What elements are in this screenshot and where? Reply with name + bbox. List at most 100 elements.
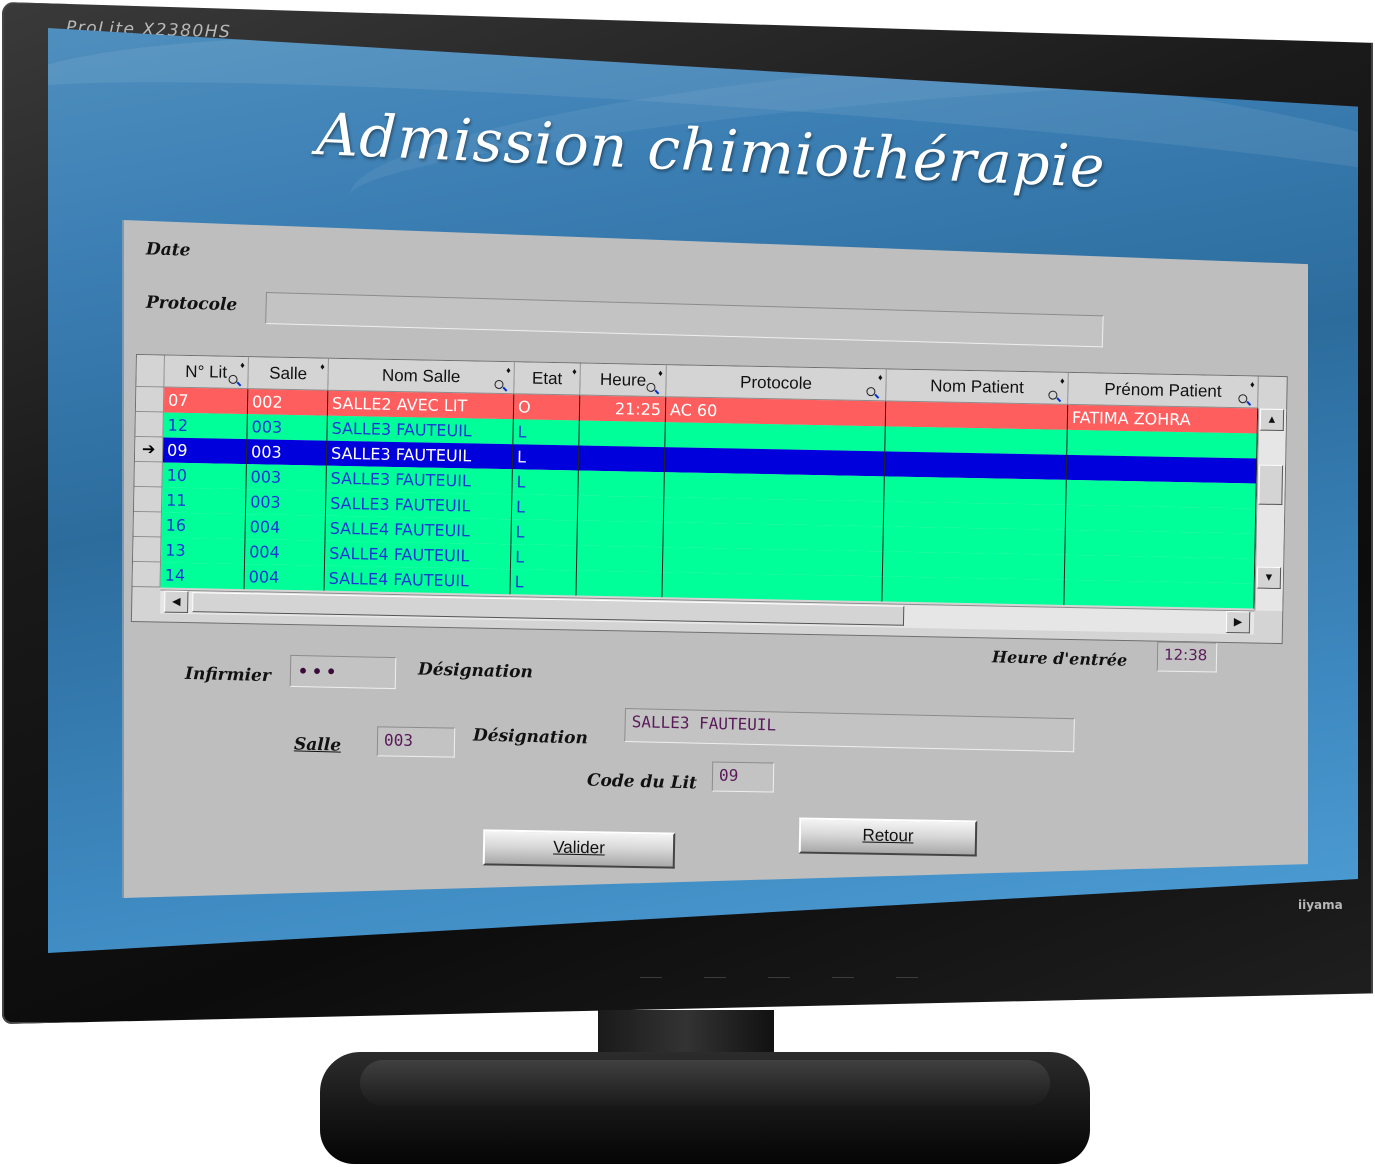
monitor-control-buttons <box>640 968 918 978</box>
infirmier-field[interactable]: ••• <box>289 654 397 690</box>
beds-grid: N° Lit ♦ Salle ♦ Nom Salle ♦ Etat ♦ Heure ♦ Protoc… <box>130 354 1288 645</box>
retour-button[interactable]: Retour <box>798 817 978 857</box>
grid-column-header[interactable]: Prénom Patient ♦ <box>1068 372 1259 409</box>
search-icon[interactable] <box>866 387 876 397</box>
grid-cell-etat: L <box>510 569 577 596</box>
grid-cell-nom-salle: SALLE3 FAUTEUIL <box>325 490 513 520</box>
grid-cell-salle: 003 <box>247 414 328 441</box>
sort-icon[interactable]: ♦ <box>1250 379 1255 389</box>
column-header-label: Nom Patient <box>930 375 1024 397</box>
grid-cell-prenom-patient <box>1064 579 1255 609</box>
search-icon[interactable] <box>1048 390 1058 400</box>
scroll-up-icon[interactable]: ▲ <box>1259 408 1285 432</box>
grid-cell-protocole <box>662 572 883 602</box>
grid-column-header[interactable]: Heure ♦ <box>580 363 667 398</box>
grid-cell-prenom-patient <box>1065 504 1257 534</box>
grid-cell-etat: O <box>513 394 581 421</box>
search-icon[interactable] <box>228 374 238 384</box>
sort-icon[interactable]: ♦ <box>320 362 325 372</box>
grid-cell-lit: 11 <box>161 487 247 515</box>
grid-column-header[interactable]: N° Lit ♦ <box>164 355 249 390</box>
grid-cell-nom-patient <box>885 401 1069 430</box>
salle-field[interactable]: 003 <box>376 726 456 758</box>
grid-cell-nom-salle: SALLE3 FAUTEUIL <box>326 440 514 470</box>
salle-designation-label: Désignation <box>472 725 589 749</box>
grid-cell-salle: 003 <box>246 464 327 491</box>
grid-cell-heure <box>578 470 665 498</box>
scroll-down-icon[interactable]: ▼ <box>1256 566 1282 590</box>
vertical-scroll-thumb[interactable] <box>1258 464 1284 506</box>
grid-cell-nom-salle: SALLE4 FAUTEUIL <box>325 515 512 545</box>
vertical-scrollbar[interactable]: ▲ ▼ <box>1254 408 1287 612</box>
grid-cell-lit: 07 <box>163 387 249 415</box>
grid-cell-etat: L <box>512 469 579 496</box>
grid-cell-nom-patient <box>885 426 1068 455</box>
grid-cell-lit: 13 <box>161 537 246 565</box>
sort-icon[interactable]: ♦ <box>1060 376 1065 386</box>
column-header-label: Heure <box>599 369 647 390</box>
search-icon[interactable] <box>646 382 656 392</box>
monitor-stand-highlight <box>360 1060 1050 1106</box>
column-header-label: Etat <box>531 368 563 388</box>
grid-cell-lit: 09 <box>162 437 248 465</box>
row-selector[interactable] <box>135 412 164 438</box>
grid-cell-nom-salle: SALLE2 AVEC LIT <box>327 390 515 420</box>
row-selector[interactable] <box>133 511 162 538</box>
grid-cell-salle: 003 <box>246 439 328 466</box>
grid-cell-nom-salle: SALLE3 FAUTEUIL <box>327 415 514 445</box>
date-label: Date <box>145 239 191 261</box>
search-icon[interactable] <box>1238 394 1248 404</box>
heure-entree-field[interactable]: 12:38 <box>1156 641 1218 673</box>
row-selector[interactable] <box>132 561 162 588</box>
row-selector[interactable] <box>134 461 163 488</box>
protocole-label: Protocole <box>145 292 238 316</box>
grid-cell-lit: 16 <box>161 512 246 540</box>
grid-cell-prenom-patient <box>1067 429 1258 459</box>
grid-cell-salle: 002 <box>247 389 329 416</box>
scroll-right-icon[interactable]: ▶ <box>1225 610 1251 634</box>
row-selector[interactable] <box>133 486 163 513</box>
code-lit-label: Code du Lit <box>586 770 698 794</box>
grid-cell-etat: L <box>513 419 580 446</box>
column-header-label: Protocole <box>739 372 813 393</box>
grid-cell-lit: 12 <box>163 412 248 440</box>
sort-icon[interactable]: ♦ <box>506 365 511 375</box>
grid-cell-nom-salle: SALLE4 FAUTEUIL <box>324 540 512 570</box>
sort-icon[interactable]: ♦ <box>658 368 663 378</box>
grid-column-header[interactable]: Etat ♦ <box>514 362 581 396</box>
grid-column-header[interactable]: Protocole ♦ <box>666 365 887 402</box>
grid-cell-etat: L <box>511 519 578 546</box>
row-selector[interactable] <box>133 536 162 563</box>
code-lit-field[interactable]: 09 <box>711 761 775 793</box>
grid-cell-lit: 10 <box>162 462 247 490</box>
grid-cell-prenom-patient <box>1066 454 1258 484</box>
grid-cell-nom-patient <box>882 551 1066 580</box>
column-header-label: Salle <box>269 363 308 383</box>
scroll-left-icon[interactable]: ◀ <box>164 590 189 614</box>
row-selector[interactable]: ➔ <box>134 437 164 463</box>
sort-icon[interactable]: ♦ <box>572 366 577 376</box>
grid-cell-etat: L <box>510 544 578 571</box>
monitor-button <box>768 968 790 978</box>
grid-cell-heure <box>577 520 664 548</box>
search-icon[interactable] <box>494 379 504 390</box>
grid-cell-heure <box>577 495 665 523</box>
grid-column-header[interactable]: Nom Patient ♦ <box>886 369 1069 405</box>
monitor-button <box>704 968 726 978</box>
sort-icon[interactable]: ♦ <box>240 360 245 370</box>
grid-cell-nom-patient <box>882 576 1065 605</box>
grid-cell-etat: L <box>512 444 580 471</box>
column-header-label: N° Lit <box>185 361 228 382</box>
grid-cell-salle: 004 <box>244 539 326 566</box>
row-selector[interactable] <box>135 387 165 413</box>
heure-entree-label: Heure d'entrée <box>991 647 1128 670</box>
valider-button[interactable]: Valider <box>482 829 676 869</box>
grid-cell-heure <box>576 570 663 598</box>
grid-cell-nom-patient <box>884 476 1067 505</box>
column-header-label: Prénom Patient <box>1104 379 1222 401</box>
grid-column-header[interactable]: Nom Salle ♦ <box>328 358 515 395</box>
sort-icon[interactable]: ♦ <box>878 372 883 382</box>
arrow-right-icon: ➔ <box>141 441 156 459</box>
grid-column-header[interactable]: Salle ♦ <box>248 357 329 391</box>
grid-cell-etat: L <box>511 494 579 521</box>
